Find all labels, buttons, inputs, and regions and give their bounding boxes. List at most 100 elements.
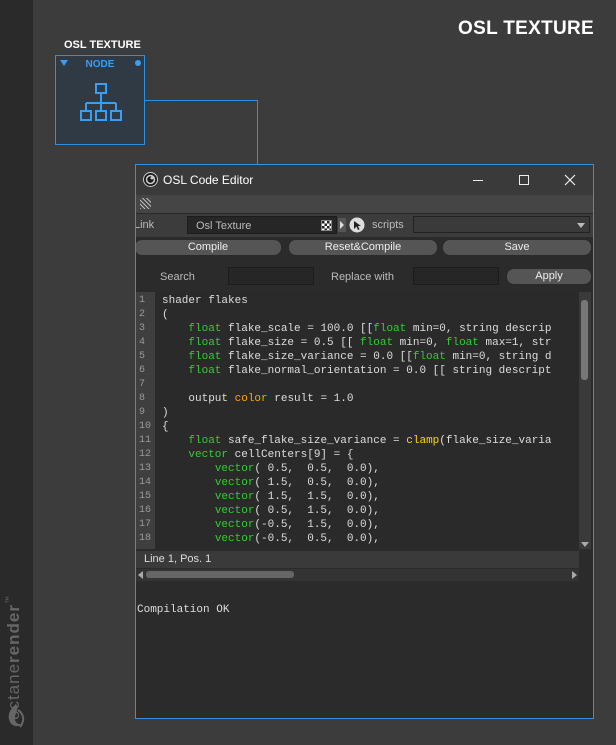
code-token: flake_size_variance = 0.0 [[	[221, 351, 413, 363]
code-token: float	[188, 351, 222, 363]
horizontal-scrollbar[interactable]	[136, 569, 579, 581]
code-token: float	[188, 337, 222, 349]
scripts-dropdown[interactable]	[413, 216, 590, 233]
link-arrow-icon[interactable]	[338, 218, 346, 232]
brand-wordmark: octanerender™	[4, 595, 23, 720]
grip-icon[interactable]	[140, 198, 151, 209]
toolbar-strip	[136, 195, 593, 213]
code-token: flake_scale = 100.0 [[	[221, 323, 374, 335]
line-number: 9	[139, 407, 146, 418]
close-button[interactable]	[547, 165, 593, 195]
line-number: 2	[139, 309, 146, 320]
code-token: output	[162, 393, 235, 405]
code-line: float safe_flake_size_variance = clamp(f…	[162, 435, 552, 447]
code-token: ( 0.5, 0.5, 0.0),	[254, 463, 380, 475]
chevron-down-icon	[577, 223, 585, 228]
compile-button[interactable]: Compile	[136, 239, 282, 256]
close-icon	[564, 174, 576, 186]
line-number: 4	[139, 337, 146, 348]
code-token: float	[445, 337, 479, 349]
window-titlebar[interactable]: OSL Code Editor	[136, 165, 593, 195]
search-input[interactable]	[228, 267, 314, 285]
code-line: vector( 1.5, 1.5, 0.0),	[162, 491, 380, 503]
scripts-label: scripts	[372, 219, 404, 231]
code-token: ( 1.5, 1.5, 0.0),	[254, 491, 380, 503]
scroll-down-arrow-icon[interactable]	[581, 542, 589, 547]
code-line: )	[162, 407, 169, 419]
code-token: float	[373, 323, 407, 335]
compiler-output-panel[interactable]: Compilation OK	[136, 583, 593, 718]
line-number: 3	[139, 323, 146, 334]
maximize-button[interactable]	[501, 165, 547, 195]
cursor-position: Line 1, Pos. 1	[144, 553, 212, 565]
code-token: (-0.5, 1.5, 0.0),	[254, 519, 380, 531]
code-line: output color result = 1.0	[162, 393, 353, 405]
code-token: vector	[214, 505, 255, 517]
hierarchy-icon	[80, 83, 122, 121]
line-number: 13	[139, 463, 152, 474]
line-number: 16	[139, 505, 152, 516]
code-line: vector(-0.5, 1.5, 0.0),	[162, 519, 380, 531]
line-number: 7	[139, 379, 146, 390]
node-wire-vertical	[257, 100, 258, 164]
code-token: ( 0.5, 1.5, 0.0),	[254, 505, 380, 517]
line-number: 5	[139, 351, 146, 362]
code-token: result = 1.0	[267, 393, 354, 405]
code-token: (-0.5, 0.5, 0.0),	[254, 533, 380, 545]
code-line: float flake_scale = 100.0 [[float min=0,…	[162, 323, 551, 335]
line-number: 14	[139, 477, 152, 488]
line-number: 6	[139, 365, 146, 376]
reset-compile-button[interactable]: Reset&Compile	[288, 239, 438, 256]
code-token: min=0,	[393, 337, 446, 349]
pick-cursor-icon[interactable]	[349, 217, 365, 233]
texture-checker-icon[interactable]	[321, 220, 332, 231]
vertical-scrollbar[interactable]	[579, 292, 591, 549]
code-token: (flake_size_varia	[439, 435, 552, 447]
node-caption: NODE	[85, 59, 115, 70]
code-token: vector	[214, 463, 255, 475]
link-bar: Link Osl Texture scripts	[136, 214, 593, 237]
code-token: float	[188, 323, 222, 335]
code-token: min=0, string d	[445, 351, 552, 363]
code-token: vector	[214, 491, 255, 503]
scroll-left-arrow-icon[interactable]	[138, 571, 143, 579]
code-token: flake_size = 0.5 [[	[221, 337, 361, 349]
code-token: max=1, str	[478, 337, 552, 349]
code-token: )	[162, 407, 169, 419]
code-line: vector(-0.5, 0.5, 0.0),	[162, 533, 380, 545]
osl-texture-node[interactable]: NODE	[55, 55, 145, 145]
code-line: vector( 1.5, 0.5, 0.0),	[162, 477, 380, 489]
code-editor[interactable]: 1 2 3 4 5 6 7 8 9 10 11 12 13 14 15 16 17 18 shader flake…	[136, 292, 579, 549]
cinema4d-app-icon	[143, 172, 158, 187]
code-token: vector	[214, 519, 255, 531]
code-line: vector cellCenters[9] = {	[162, 449, 353, 461]
minimize-button[interactable]	[455, 165, 501, 195]
node-output-pin-icon[interactable]	[135, 60, 141, 66]
code-token: vector	[214, 533, 255, 545]
code-token: vector	[214, 477, 255, 489]
window-title: OSL Code Editor	[163, 173, 254, 187]
replace-input[interactable]	[413, 267, 499, 285]
code-token: cellCenters[9] = {	[228, 449, 354, 461]
save-button[interactable]: Save	[442, 239, 592, 256]
vertical-scroll-thumb[interactable]	[581, 300, 588, 380]
link-field[interactable]: Osl Texture	[187, 216, 337, 234]
link-label: Link	[135, 219, 155, 231]
scroll-right-arrow-icon[interactable]	[572, 571, 577, 579]
apply-button[interactable]: Apply	[506, 268, 592, 285]
search-label: Search	[160, 271, 195, 283]
code-token: safe_flake_size_variance =	[221, 435, 407, 447]
horizontal-scroll-thumb[interactable]	[146, 571, 294, 578]
code-line: vector( 0.5, 0.5, 0.0),	[162, 463, 380, 475]
line-number: 18	[139, 533, 152, 544]
line-number-gutter: 1 2 3 4 5 6 7 8 9 10 11 12 13 14 15 16 17 18	[136, 292, 155, 549]
